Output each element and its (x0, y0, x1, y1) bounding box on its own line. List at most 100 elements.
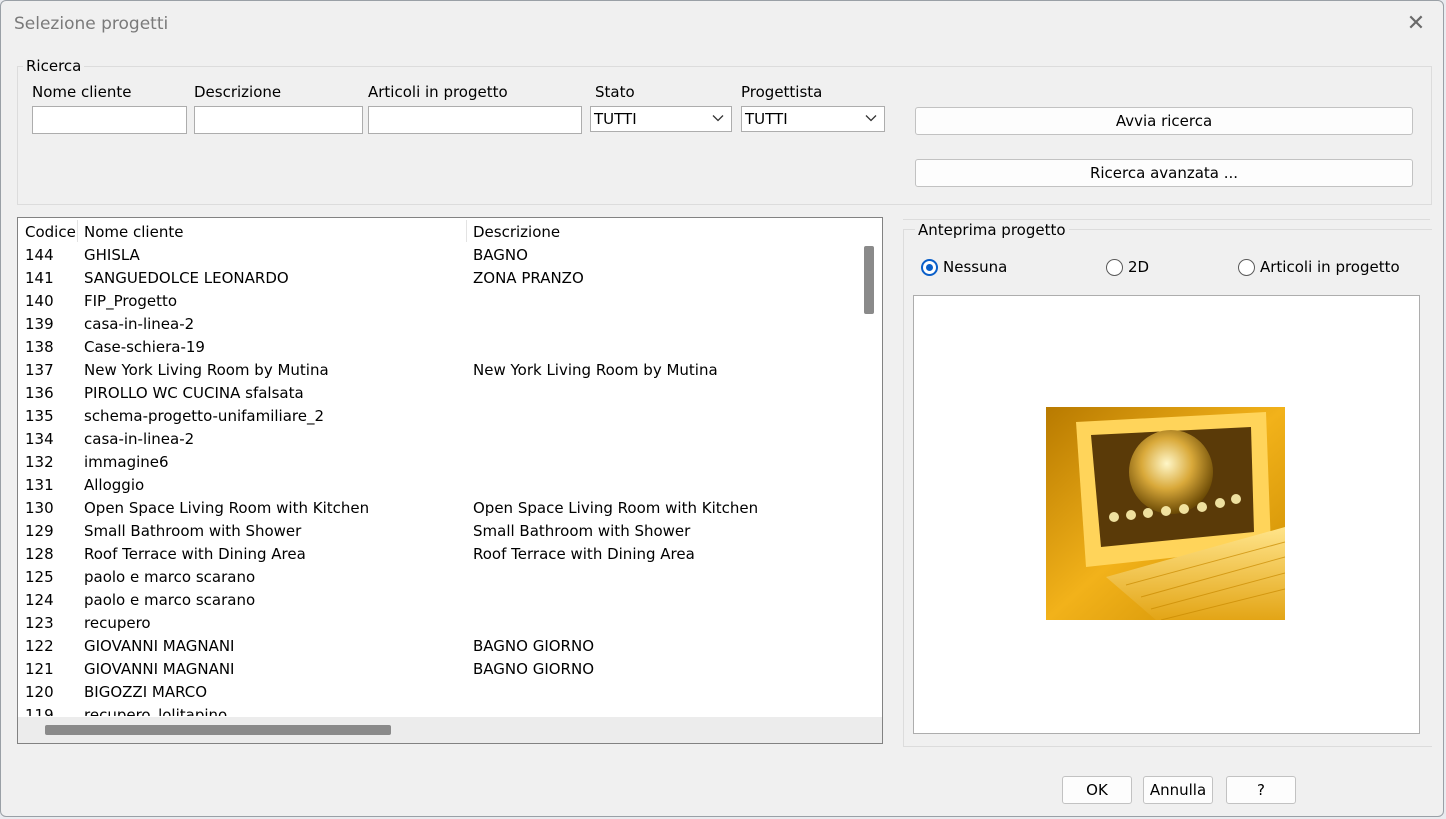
cell-code: 134 (25, 430, 54, 448)
client-name-label: Nome cliente (32, 83, 132, 101)
designer-select-value: TUTTI (745, 110, 788, 128)
cell-client: immagine6 (84, 453, 169, 471)
radio-2d[interactable]: 2D (1106, 258, 1149, 276)
cell-code: 136 (25, 384, 54, 402)
table-row[interactable]: 128 Roof Terrace with Dining Area Roof Ter… (18, 543, 856, 566)
table-row[interactable]: 136 PIROLLO WC CUCINA sfalsata (18, 382, 856, 405)
table-row[interactable]: 123 recupero (18, 612, 856, 635)
cell-client: schema-progetto-unifamiliare_2 (84, 407, 324, 425)
radio-articles[interactable]: Articoli in progetto (1238, 258, 1400, 276)
table-row[interactable]: 121 GIOVANNI MAGNANI BAGNO GIORNO (18, 658, 856, 681)
cell-client: recupero (84, 614, 151, 632)
cell-code: 119 (25, 706, 54, 716)
cell-client: casa-in-linea-2 (84, 315, 195, 333)
table-row[interactable]: 129 Small Bathroom with Shower Small Bathr… (18, 520, 856, 543)
search-group-label: Ricerca (23, 57, 85, 75)
cell-client: Roof Terrace with Dining Area (84, 545, 306, 563)
preview-image (1046, 407, 1285, 620)
projects-table[interactable]: Codice Nome cliente Descrizione 144 GHISL… (17, 217, 883, 744)
cell-description: BAGNO GIORNO (473, 660, 595, 678)
articles-input[interactable] (368, 106, 582, 134)
cell-code: 125 (25, 568, 54, 586)
cell-client: Case-schiera-19 (84, 338, 205, 356)
table-row[interactable]: 132 immagine6 (18, 451, 856, 474)
cell-client: New York Living Room by Mutina (84, 361, 329, 379)
table-row[interactable]: 135 schema-progetto-unifamiliare_2 (18, 405, 856, 428)
table-row[interactable]: 131 Alloggio (18, 474, 856, 497)
radio-none-circle[interactable] (921, 258, 938, 276)
title-bar[interactable]: Selezione progetti ✕ (1, 1, 1443, 47)
vertical-scrollbar[interactable] (856, 218, 882, 716)
cell-description: Open Space Living Room with Kitchen (473, 499, 759, 517)
column-header-client[interactable]: Nome cliente (84, 223, 183, 241)
cell-code: 132 (25, 453, 54, 471)
cell-client: PIROLLO WC CUCINA sfalsata (84, 384, 304, 402)
cell-code: 139 (25, 315, 54, 333)
cell-code: 140 (25, 292, 54, 310)
table-row[interactable]: 124 paolo e marco scarano (18, 589, 856, 612)
status-label: Stato (595, 83, 635, 101)
close-icon[interactable]: ✕ (1403, 11, 1429, 37)
preview-group-label: Anteprima progetto (915, 221, 1069, 239)
status-select[interactable]: TUTTI (590, 106, 732, 132)
table-row[interactable]: 134 casa-in-linea-2 (18, 428, 856, 451)
cell-client: SANGUEDOLCE LEONARDO (84, 269, 289, 287)
cell-code: 141 (25, 269, 54, 287)
description-input[interactable] (194, 106, 363, 134)
table-row[interactable]: 122 GIOVANNI MAGNANI BAGNO GIORNO (18, 635, 856, 658)
client-name-input[interactable] (32, 106, 187, 134)
designer-select[interactable]: TUTTI (741, 106, 885, 132)
cell-code: 123 (25, 614, 54, 632)
table-row[interactable]: 144 GHISLA BAGNO (18, 244, 856, 267)
table-row[interactable]: 130 Open Space Living Room with Kitchen Op… (18, 497, 856, 520)
chevron-down-icon (712, 115, 724, 122)
table-row[interactable]: 138 Case-schiera-19 (18, 336, 856, 359)
scrollbar-thumb[interactable] (864, 246, 874, 314)
cell-description: BAGNO (473, 246, 528, 264)
cell-client: Alloggio (84, 476, 145, 494)
radio-none-label: Nessuna (943, 258, 1008, 276)
cell-description: Roof Terrace with Dining Area (473, 545, 695, 563)
scrollbar-thumb[interactable] (45, 725, 391, 735)
cell-code: 129 (25, 522, 54, 540)
column-divider[interactable] (466, 220, 467, 242)
cell-description: Small Bathroom with Shower (473, 522, 691, 540)
table-row[interactable]: 120 BIGOZZI MARCO (18, 681, 856, 704)
table-body: 144 GHISLA BAGNO 141 SANGUEDOLCE LEONARDO ZON… (18, 244, 856, 716)
preview-group-top-line (903, 219, 1430, 220)
cell-code: 138 (25, 338, 54, 356)
description-label: Descrizione (194, 83, 282, 101)
table-row[interactable]: 137 New York Living Room by Mutina New Yor… (18, 359, 856, 382)
designer-label: Progettista (741, 83, 823, 101)
column-header-code[interactable]: Codice (25, 223, 76, 241)
cell-client: Open Space Living Room with Kitchen (84, 499, 370, 517)
start-search-button[interactable]: Avvia ricerca (915, 107, 1413, 135)
radio-2d-circle[interactable] (1106, 258, 1123, 276)
table-row[interactable]: 141 SANGUEDOLCE LEONARDO ZONA PRANZO (18, 267, 856, 290)
cell-client: paolo e marco scarano (84, 568, 256, 586)
table-row[interactable]: 119 recupero_lolitapino (18, 704, 856, 716)
cell-client: Small Bathroom with Shower (84, 522, 302, 540)
column-divider[interactable] (77, 220, 78, 242)
column-header-description[interactable]: Descrizione (473, 223, 560, 241)
table-row[interactable]: 140 FIP_Progetto (18, 290, 856, 313)
radio-articles-circle[interactable] (1238, 258, 1255, 276)
horizontal-scrollbar[interactable] (18, 717, 882, 743)
radio-none[interactable]: Nessuna (921, 258, 1007, 276)
cancel-button[interactable]: Annulla (1143, 776, 1213, 804)
table-row[interactable]: 125 paolo e marco scarano (18, 566, 856, 589)
cell-code: 137 (25, 361, 54, 379)
cell-client: casa-in-linea-2 (84, 430, 195, 448)
help-button[interactable]: ? (1226, 776, 1296, 804)
table-row[interactable]: 139 casa-in-linea-2 (18, 313, 856, 336)
advanced-search-button[interactable]: Ricerca avanzata ... (915, 159, 1413, 187)
radio-2d-label: 2D (1128, 258, 1150, 276)
cell-description: ZONA PRANZO (473, 269, 584, 287)
cell-client: GIOVANNI MAGNANI (84, 660, 235, 678)
cell-client: BIGOZZI MARCO (84, 683, 208, 701)
ok-button[interactable]: OK (1062, 776, 1132, 804)
cell-code: 120 (25, 683, 54, 701)
cell-description: New York Living Room by Mutina (473, 361, 718, 379)
cell-code: 135 (25, 407, 54, 425)
cell-code: 128 (25, 545, 54, 563)
